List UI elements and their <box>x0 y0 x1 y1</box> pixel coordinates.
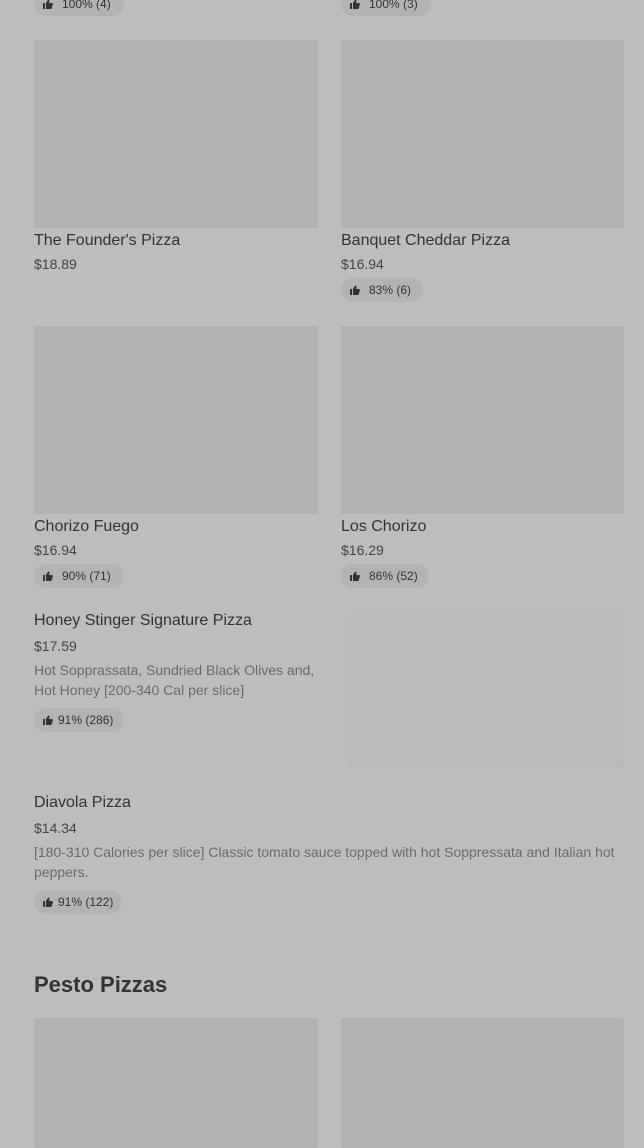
item-name[interactable]: Los Chorizo <box>341 518 426 536</box>
item-image[interactable] <box>34 40 318 228</box>
item-image[interactable] <box>341 326 624 514</box>
item-description: [180-310 Calories per slice] Classic tom… <box>34 844 615 880</box>
thumbs-up-icon <box>42 896 54 908</box>
rating-badge: 90% (71) <box>34 564 124 588</box>
item-name[interactable]: Honey Stinger Signature Pizza <box>34 612 252 630</box>
rating-badge: 91% (122) <box>34 890 122 914</box>
item-name[interactable]: Diavola Pizza <box>34 794 131 812</box>
section-title: Pesto Pizzas <box>34 972 168 997</box>
item-image[interactable] <box>348 614 624 768</box>
thumbs-up-icon <box>349 284 361 296</box>
item-price: $16.29 <box>341 542 384 558</box>
thumbs-up-icon <box>349 570 361 582</box>
item-image[interactable] <box>34 1018 318 1148</box>
item-image[interactable] <box>34 326 318 514</box>
item-name[interactable]: Banquet Cheddar Pizza <box>341 232 510 250</box>
item-price: $17.59 <box>34 638 77 654</box>
item-price: $16.94 <box>341 256 384 272</box>
thumbs-up-icon <box>349 0 361 10</box>
rating-badge: 83% (6) <box>341 278 423 302</box>
item-price: $14.34 <box>34 820 77 836</box>
item-name[interactable]: Chorizo Fuego <box>34 518 139 536</box>
rating-badge: 91% (286) <box>34 708 124 732</box>
item-image[interactable] <box>341 40 624 228</box>
rating-badge: 86% (52) <box>341 564 429 588</box>
item-price: $18.89 <box>34 256 77 272</box>
rating-badge: 100% (3) <box>341 0 431 16</box>
item-image[interactable] <box>341 1018 624 1148</box>
thumbs-up-icon <box>42 0 54 10</box>
item-name[interactable]: The Founder's Pizza <box>34 232 180 250</box>
thumbs-up-icon <box>42 714 54 726</box>
item-description: Hot Sopprassata, Sundried Black Olives a… <box>34 662 315 698</box>
rating-badge: 100% (4) <box>34 0 124 16</box>
thumbs-up-icon <box>42 570 54 582</box>
item-price: $16.94 <box>34 542 77 558</box>
